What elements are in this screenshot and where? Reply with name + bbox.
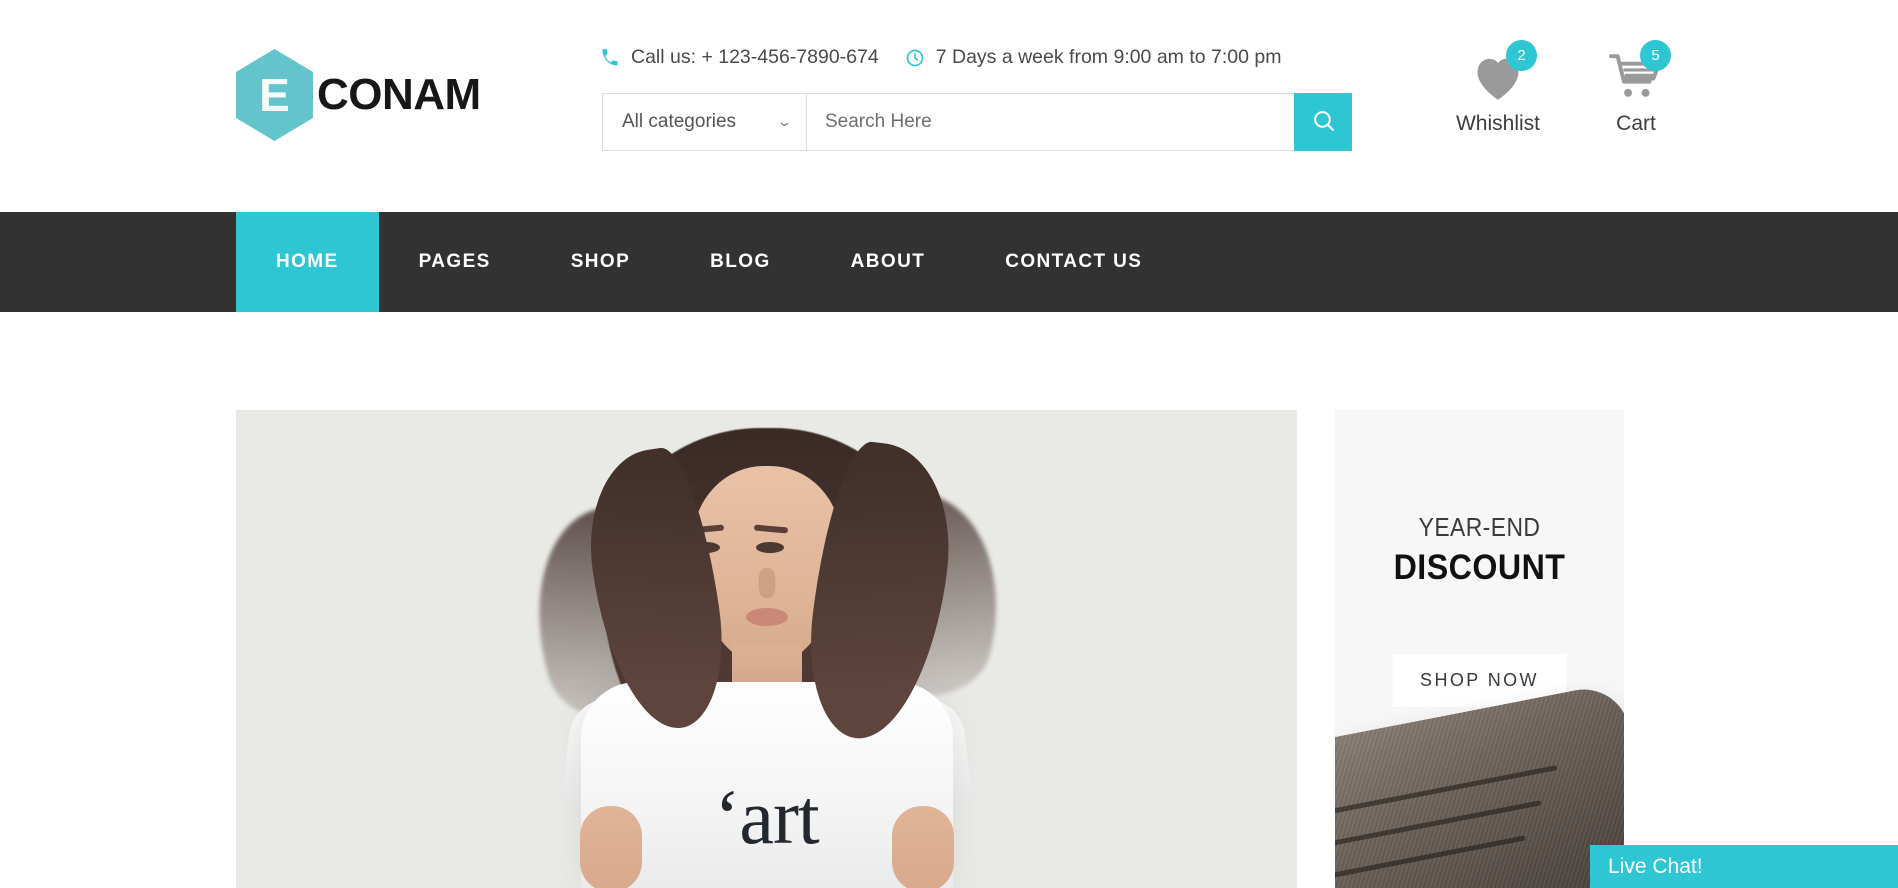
hero-model-image: ‘art xyxy=(507,410,1024,888)
wishlist-label: Whishlist xyxy=(1455,112,1540,135)
hours-text: 7 Days a week from 9:00 am to 7:00 pm xyxy=(935,46,1282,68)
live-chat-button[interactable]: Live Chat! xyxy=(1590,845,1898,888)
nav-item-blog[interactable]: BLOG xyxy=(670,212,811,312)
nav-item-shop[interactable]: SHOP xyxy=(531,212,670,312)
nav-item-home[interactable]: HOME xyxy=(236,212,379,312)
site-logo[interactable]: E CONAM xyxy=(236,49,481,141)
category-select-value: All categories xyxy=(622,111,737,132)
nav-item-pages[interactable]: PAGES xyxy=(379,212,531,312)
promo-title-main: DISCOUNT xyxy=(1393,548,1566,587)
page-root: E CONAM Call us: + 123-456-7890-674 7 Da… xyxy=(0,0,1898,888)
header-actions: 2 Whishlist 5 Cart xyxy=(1450,40,1684,136)
wishlist-count-badge: 2 xyxy=(1506,40,1537,71)
cart-count-badge: 5 xyxy=(1640,40,1671,71)
nav-item-contact-us[interactable]: CONTACT US xyxy=(965,212,1182,312)
logo-mark-letter: E xyxy=(259,69,290,121)
category-select[interactable]: All categories ⌄ xyxy=(602,93,806,151)
chevron-down-icon: ⌄ xyxy=(776,114,793,129)
phone-icon xyxy=(600,48,620,68)
contact-strip: Call us: + 123-456-7890-674 7 Days a wee… xyxy=(600,46,1281,69)
site-header: E CONAM Call us: + 123-456-7890-674 7 Da… xyxy=(0,0,1898,212)
logo-hexagon-icon: E xyxy=(236,49,313,141)
clock-icon xyxy=(905,48,925,68)
phone-contact[interactable]: Call us: + 123-456-7890-674 xyxy=(600,46,879,69)
promo-banner[interactable]: YEAR-END DISCOUNT SHOP NOW xyxy=(1335,410,1624,888)
hours-contact: 7 Days a week from 9:00 am to 7:00 pm xyxy=(905,46,1282,69)
search-button[interactable] xyxy=(1294,93,1352,151)
hero-banner[interactable]: ‘art xyxy=(236,410,1297,888)
search-bar: All categories ⌄ xyxy=(602,93,1352,151)
wishlist-button[interactable]: 2 Whishlist xyxy=(1450,40,1546,136)
phone-text: Call us: + 123-456-7890-674 xyxy=(631,46,879,68)
search-input[interactable] xyxy=(806,93,1294,151)
search-icon xyxy=(1311,108,1336,136)
promo-title-top: YEAR-END xyxy=(1418,512,1541,542)
hero-shirt-text: ‘art xyxy=(714,773,819,860)
nav-item-about[interactable]: ABOUT xyxy=(811,212,966,312)
main-content: ‘art YEAR-END DISCOUNT SHOP NOW xyxy=(0,312,1898,888)
cart-label: Cart xyxy=(1616,112,1656,135)
main-navigation: HOME PAGES SHOP BLOG ABOUT CONTACT US xyxy=(0,212,1898,312)
logo-text: CONAM xyxy=(317,70,481,119)
cart-button[interactable]: 5 Cart xyxy=(1588,40,1684,136)
